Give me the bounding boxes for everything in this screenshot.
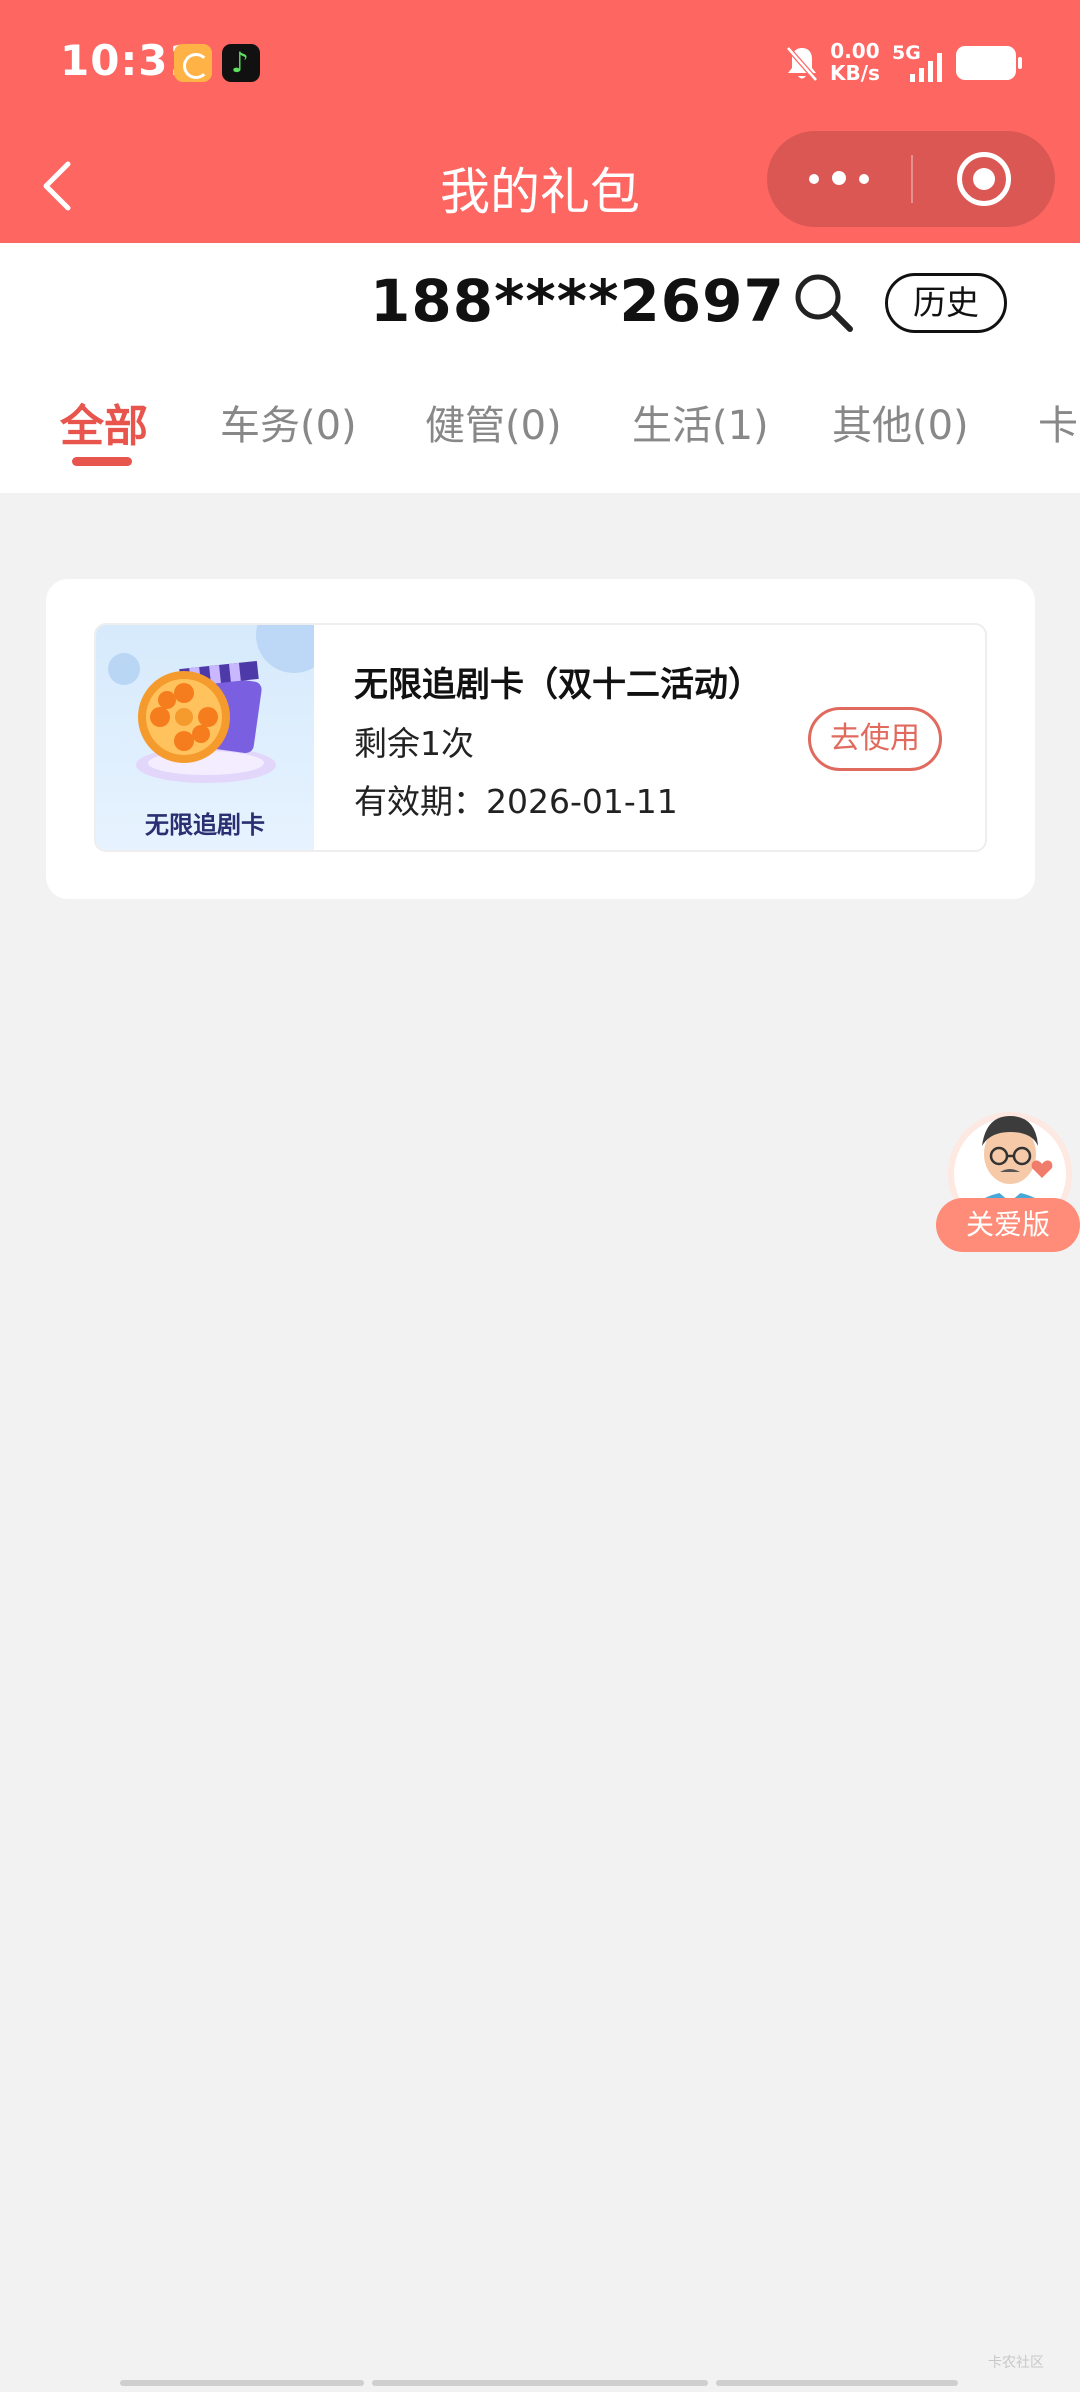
use-button[interactable]: 去使用 [808,707,942,771]
gift-image-label: 无限追剧卡 [145,811,265,839]
gift-list: 无限追剧卡 无限追剧卡（双十二活动） 剩余1次 有效期：2026-01-11 去… [46,579,1035,899]
phone-number: 188****2697 [370,267,785,335]
mini-program-capsule [767,131,1055,227]
gift-validity: 有效期：2026-01-11 [354,782,678,821]
gift-item[interactable]: 无限追剧卡 无限追剧卡（双十二活动） 剩余1次 有效期：2026-01-11 去… [94,623,987,852]
net-speed: 0.00 KB/s [830,40,880,84]
battery-icon [956,46,1022,80]
music-app-icon [222,44,260,82]
tab-all[interactable]: 全部 [60,390,148,454]
care-mode-badge[interactable]: 关爱版 [934,1102,1080,1254]
search-icon[interactable] [790,269,856,335]
history-button[interactable]: 历史 [885,273,1007,333]
gift-remaining: 剩余1次 [354,724,474,763]
more-dots-icon [809,174,819,184]
bell-muted-icon [786,46,818,82]
nav-bar: 我的礼包 [0,128,1080,243]
active-tab-indicator [72,457,132,466]
tab-health[interactable]: 健管(0) [425,393,562,451]
tab-other[interactable]: 其他(0) [832,393,969,451]
net-speed-unit: KB/s [830,61,880,85]
tab-life[interactable]: 生活(1) [632,393,769,451]
home-indicator [716,2380,958,2386]
care-mode-label: 关爱版 [936,1198,1080,1252]
elderly-avatar-icon [948,1112,1072,1236]
signal-icon [910,53,942,82]
category-tabs: 全部 车务(0) 健管(0) 生活(1) 其他(0) 卡 [0,393,1080,473]
tab-card[interactable]: 卡 [1038,393,1078,451]
phone-app-icon [174,44,212,82]
close-button[interactable] [913,131,1055,227]
net-speed-value: 0.00 [830,39,880,63]
target-circle-icon [957,152,1011,206]
gift-image: 无限追剧卡 [96,625,332,850]
watermark: 卡农社区 [988,2355,1044,2371]
more-dots-icon [859,174,869,184]
status-bar: 10:31 0.00 KB/s 5G [0,0,1080,128]
gift-name: 无限追剧卡（双十二活动） [354,665,762,705]
home-indicator [372,2380,708,2386]
home-indicator [120,2380,364,2386]
account-panel: 188****2697 历史 全部 车务(0) 健管(0) 生活(1) 其他(0… [0,243,1080,493]
more-button[interactable] [767,131,911,227]
more-dots-icon [832,171,846,185]
tab-vehicle[interactable]: 车务(0) [220,393,357,451]
